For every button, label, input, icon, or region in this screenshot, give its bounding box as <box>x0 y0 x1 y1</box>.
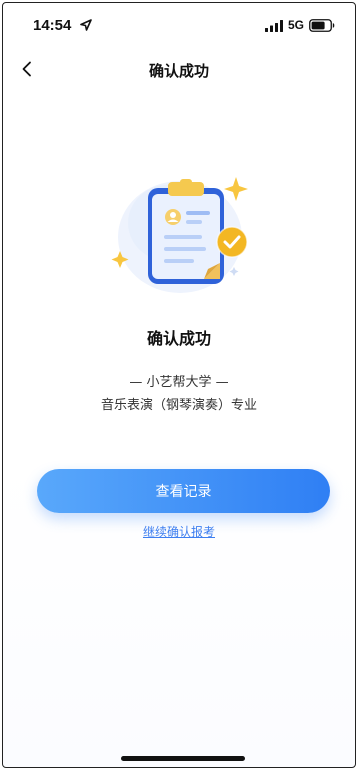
status-bar: 14:54 5G <box>3 3 355 47</box>
school-name: — 小艺帮大学 — <box>129 375 229 390</box>
success-title: 确认成功 <box>146 329 211 348</box>
battery-icon <box>309 19 335 32</box>
page-title: 确认成功 <box>148 62 209 80</box>
nav-bar: 确认成功 <box>3 47 355 91</box>
status-time: 14:54 <box>33 17 72 34</box>
major-name: 音乐表演（钢琴演奏）专业 <box>100 398 257 413</box>
signal-icon <box>265 20 283 32</box>
continue-confirm-link[interactable]: 继续确认报考 <box>3 523 355 540</box>
view-records-button[interactable]: 查看记录 <box>37 469 330 513</box>
clipboard-check-icon <box>111 177 248 293</box>
phone-screen: 14:54 5G 确认成功 确认成功 — 小艺帮大学 — 音乐表演（钢琴演奏）专… <box>2 2 356 768</box>
network-type: 5G <box>288 18 305 32</box>
location-arrow-icon <box>80 19 92 31</box>
home-indicator <box>121 756 245 761</box>
